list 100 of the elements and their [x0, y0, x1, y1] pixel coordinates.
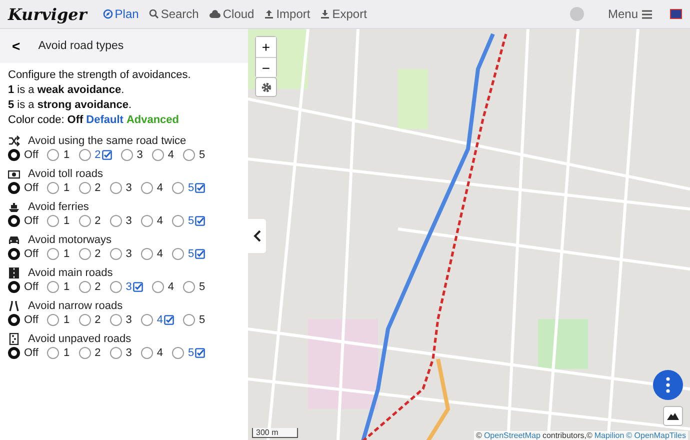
strength-option[interactable]: 4 — [140, 215, 163, 227]
strength-option[interactable]: Off — [8, 281, 38, 293]
radio-button[interactable] — [47, 347, 60, 359]
strength-option[interactable]: 4 — [152, 281, 174, 293]
radio-button[interactable] — [47, 215, 60, 227]
settings-button[interactable] — [255, 77, 277, 97]
strength-option[interactable]: 3 — [110, 182, 132, 194]
radio-button[interactable] — [140, 314, 153, 326]
radio-button[interactable] — [182, 281, 195, 293]
radio-button[interactable] — [110, 248, 122, 260]
strength-option[interactable]: 1 — [47, 248, 70, 260]
strength-option[interactable]: 3 — [110, 314, 132, 326]
elevation-button[interactable] — [663, 406, 683, 426]
nav-link[interactable]: Plan — [102, 7, 139, 21]
strength-option[interactable]: 2 — [78, 182, 101, 194]
strength-option[interactable]: 1 — [47, 149, 70, 161]
radio-button[interactable] — [110, 314, 122, 326]
radio-button[interactable] — [47, 281, 60, 293]
radio-button[interactable] — [110, 281, 122, 293]
radio-button[interactable] — [110, 182, 122, 194]
strength-option[interactable]: 2 — [78, 347, 101, 359]
map[interactable]: + − 300 m © OpenStreetMap contributors,© Mapilion © OpenMapTiles — [248, 29, 690, 440]
radio-button[interactable] — [78, 281, 91, 293]
attribution-link[interactable]: Mapilion — [594, 431, 624, 440]
radio-button[interactable] — [78, 182, 91, 194]
strength-option[interactable]: 3 — [110, 281, 143, 293]
radio-button[interactable] — [8, 281, 20, 293]
collapse-button[interactable] — [248, 219, 266, 253]
radio-button[interactable] — [140, 215, 153, 227]
strength-option[interactable]: 2 — [78, 215, 101, 227]
radio-button[interactable] — [47, 149, 60, 161]
radio-button[interactable] — [120, 149, 133, 161]
radio-button[interactable] — [78, 215, 91, 227]
radio-button[interactable] — [152, 281, 164, 293]
strength-option[interactable]: 2 — [78, 281, 101, 293]
radio-button[interactable] — [8, 149, 20, 161]
radio-button[interactable] — [110, 347, 122, 359]
radio-button[interactable] — [8, 314, 20, 326]
strength-option[interactable]: Off — [8, 149, 38, 161]
radio-button[interactable] — [140, 182, 153, 194]
strength-option[interactable]: 4 — [140, 248, 163, 260]
attribution-link[interactable]: OpenStreetMap — [484, 431, 540, 440]
strength-option[interactable]: 2 — [78, 314, 101, 326]
radio-button[interactable] — [78, 248, 91, 260]
strength-option[interactable]: 4 — [140, 347, 163, 359]
strength-option[interactable]: 1 — [47, 215, 70, 227]
menu-button[interactable]: Menu — [608, 7, 652, 21]
strength-option[interactable]: 3 — [110, 347, 132, 359]
nav-link[interactable]: Cloud — [208, 7, 254, 21]
radio-button[interactable] — [47, 182, 60, 194]
radio-button[interactable] — [8, 182, 20, 194]
radio-button[interactable] — [172, 182, 184, 194]
strength-option[interactable]: 2 — [78, 149, 112, 161]
strength-option[interactable]: Off — [8, 347, 38, 359]
strength-option[interactable]: 1 — [47, 314, 70, 326]
strength-option[interactable]: 3 — [110, 248, 132, 260]
strength-option[interactable]: 4 — [140, 182, 163, 194]
nav-link[interactable]: Import — [264, 7, 310, 21]
nav-link[interactable]: Export — [320, 7, 367, 21]
radio-button[interactable] — [78, 149, 91, 161]
flag-icon[interactable] — [670, 9, 682, 19]
radio-button[interactable] — [152, 149, 164, 161]
radio-button[interactable] — [140, 347, 153, 359]
strength-option[interactable]: 4 — [140, 314, 174, 326]
radio-button[interactable] — [140, 248, 153, 260]
radio-button[interactable] — [182, 314, 195, 326]
strength-option[interactable]: 3 — [120, 149, 143, 161]
strength-option[interactable]: 5 — [172, 182, 206, 194]
strength-option[interactable]: 5 — [182, 149, 206, 161]
strength-option[interactable]: Off — [8, 182, 38, 194]
strength-option[interactable]: 1 — [47, 182, 70, 194]
strength-option[interactable]: 4 — [152, 149, 174, 161]
radio-button[interactable] — [172, 248, 184, 260]
strength-option[interactable]: Off — [8, 248, 38, 260]
strength-option[interactable]: Off — [8, 215, 38, 227]
radio-button[interactable] — [8, 248, 20, 260]
avatar-icon[interactable] — [570, 7, 584, 21]
strength-option[interactable]: 3 — [110, 215, 132, 227]
radio-button[interactable] — [8, 347, 20, 359]
radio-button[interactable] — [47, 314, 60, 326]
back-button[interactable]: < — [10, 38, 22, 54]
strength-option[interactable]: 5 — [172, 248, 206, 260]
radio-button[interactable] — [78, 314, 91, 326]
radio-button[interactable] — [182, 149, 195, 161]
strength-option[interactable]: Off — [8, 314, 38, 326]
strength-option[interactable]: 5 — [182, 314, 206, 326]
radio-button[interactable] — [47, 248, 60, 260]
strength-option[interactable]: 5 — [182, 281, 206, 293]
strength-option[interactable]: 2 — [78, 248, 101, 260]
radio-button[interactable] — [110, 215, 122, 227]
zoom-out-button[interactable]: − — [256, 57, 276, 77]
strength-option[interactable]: 1 — [47, 281, 70, 293]
attribution-link[interactable]: © OpenMapTiles — [626, 431, 686, 440]
radio-button[interactable] — [8, 215, 20, 227]
strength-option[interactable]: 5 — [172, 347, 206, 359]
strength-option[interactable]: 1 — [47, 347, 70, 359]
strength-option[interactable]: 5 — [172, 215, 206, 227]
radio-button[interactable] — [172, 347, 184, 359]
radio-button[interactable] — [172, 215, 184, 227]
nav-link[interactable]: Search — [148, 7, 199, 21]
